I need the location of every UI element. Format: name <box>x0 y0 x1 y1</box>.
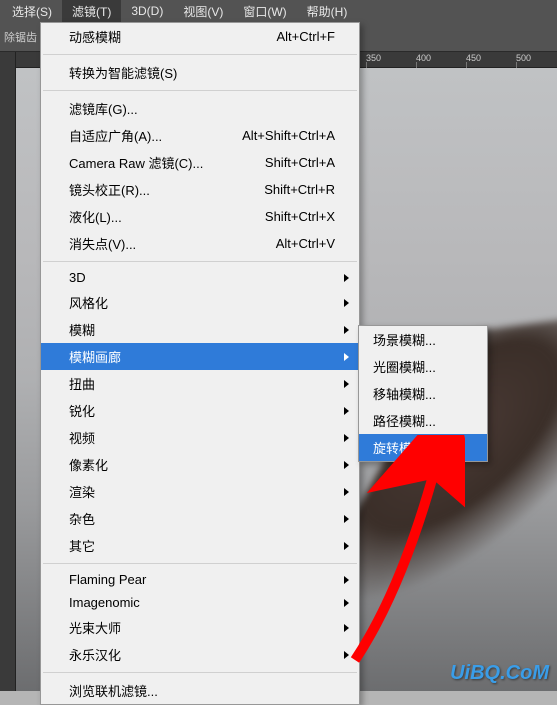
menu-item-label: 消失点(V)... <box>69 234 136 253</box>
submenu-item[interactable]: 移轴模糊... <box>359 380 487 407</box>
menu-item-label: 模糊 <box>69 320 95 339</box>
menu-item-label: Flaming Pear <box>69 572 146 587</box>
menu-item[interactable]: 渲染 <box>41 478 359 505</box>
menu-3d[interactable]: 3D(D) <box>121 1 173 21</box>
chevron-right-icon <box>344 599 349 607</box>
menu-separator <box>43 90 357 91</box>
menu-item-label: 像素化 <box>69 455 108 474</box>
submenu-item[interactable]: 旋转模糊... <box>359 434 487 461</box>
menu-window[interactable]: 窗口(W) <box>233 0 296 23</box>
menu-item[interactable]: Imagenomic <box>41 591 359 614</box>
menu-item[interactable]: 光束大师 <box>41 614 359 641</box>
menu-item-shortcut: Shift+Ctrl+A <box>265 155 335 170</box>
menu-item[interactable]: 其它 <box>41 532 359 559</box>
chevron-right-icon <box>344 434 349 442</box>
toolbar-label: 除锯齿 <box>4 29 37 45</box>
menu-item-label: Camera Raw 滤镜(C)... <box>69 153 203 172</box>
menu-item[interactable]: 视频 <box>41 424 359 451</box>
menu-item[interactable]: Camera Raw 滤镜(C)... Shift+Ctrl+A <box>41 149 359 176</box>
menu-view[interactable]: 视图(V) <box>173 0 233 23</box>
menu-item[interactable]: 镜头校正(R)... Shift+Ctrl+R <box>41 176 359 203</box>
chevron-right-icon <box>344 624 349 632</box>
filter-menu-dropdown: 动感模糊 Alt+Ctrl+F 转换为智能滤镜(S) 滤镜库(G)... 自适应广角(A… <box>40 22 360 705</box>
chevron-right-icon <box>344 461 349 469</box>
blur-gallery-submenu: 场景模糊...光圈模糊...移轴模糊...路径模糊...旋转模糊... <box>358 325 488 462</box>
menu-item[interactable]: 扭曲 <box>41 370 359 397</box>
menu-item-label: 锐化 <box>69 401 95 420</box>
chevron-right-icon <box>344 488 349 496</box>
menu-item-label: 镜头校正(R)... <box>69 180 150 199</box>
chevron-right-icon <box>344 515 349 523</box>
menu-filter[interactable]: 滤镜(T) <box>62 0 121 23</box>
ruler-tick: 500 <box>516 53 531 63</box>
menu-help[interactable]: 帮助(H) <box>297 0 358 23</box>
menu-item-label: 视频 <box>69 428 95 447</box>
menu-separator <box>43 672 357 673</box>
chevron-right-icon <box>344 576 349 584</box>
menu-item[interactable]: 锐化 <box>41 397 359 424</box>
menu-item-label: 扭曲 <box>69 374 95 393</box>
menu-item-shortcut: Shift+Ctrl+R <box>264 182 335 197</box>
chevron-right-icon <box>344 542 349 550</box>
menu-item[interactable]: 自适应广角(A)... Alt+Shift+Ctrl+A <box>41 122 359 149</box>
menu-item[interactable]: 杂色 <box>41 505 359 532</box>
ruler-tick: 400 <box>416 53 431 63</box>
menu-item-label: Imagenomic <box>69 595 140 610</box>
menu-item-shortcut: Alt+Ctrl+F <box>276 29 335 44</box>
ruler-tick: 350 <box>366 53 381 63</box>
menu-item-label: 风格化 <box>69 293 108 312</box>
menu-item[interactable]: 液化(L)... Shift+Ctrl+X <box>41 203 359 230</box>
menu-item[interactable]: 模糊 <box>41 316 359 343</box>
submenu-item[interactable]: 光圈模糊... <box>359 353 487 380</box>
menubar: 选择(S) 滤镜(T) 3D(D) 视图(V) 窗口(W) 帮助(H) <box>0 0 557 22</box>
menu-select[interactable]: 选择(S) <box>2 0 62 23</box>
menu-item[interactable]: 永乐汉化 <box>41 641 359 668</box>
menu-item[interactable]: 滤镜库(G)... <box>41 95 359 122</box>
menu-item-label: 杂色 <box>69 509 95 528</box>
menu-item[interactable]: Flaming Pear <box>41 568 359 591</box>
menu-item-label: 渲染 <box>69 482 95 501</box>
menu-item-shortcut: Shift+Ctrl+X <box>265 209 335 224</box>
submenu-item[interactable]: 路径模糊... <box>359 407 487 434</box>
menu-item[interactable]: 动感模糊 Alt+Ctrl+F <box>41 23 359 50</box>
menu-item[interactable]: 3D <box>41 266 359 289</box>
chevron-right-icon <box>344 299 349 307</box>
chevron-right-icon <box>344 651 349 659</box>
menu-item[interactable]: 风格化 <box>41 289 359 316</box>
menu-item-label: 永乐汉化 <box>69 645 121 664</box>
menu-item[interactable]: 转换为智能滤镜(S) <box>41 59 359 86</box>
menu-item-label: 光束大师 <box>69 618 121 637</box>
ruler-tick: 450 <box>466 53 481 63</box>
chevron-right-icon <box>344 353 349 361</box>
menu-item-label: 滤镜库(G)... <box>69 99 138 118</box>
chevron-right-icon <box>344 326 349 334</box>
menu-item[interactable]: 消失点(V)... Alt+Ctrl+V <box>41 230 359 257</box>
menu-separator <box>43 54 357 55</box>
menu-item-label: 其它 <box>69 536 95 555</box>
menu-item[interactable]: 模糊画廊 <box>41 343 359 370</box>
menu-item-label: 3D <box>69 270 86 285</box>
menu-item-shortcut: Alt+Shift+Ctrl+A <box>242 128 335 143</box>
menu-item-label: 转换为智能滤镜(S) <box>69 63 177 82</box>
chevron-right-icon <box>344 274 349 282</box>
menu-item-label: 自适应广角(A)... <box>69 126 162 145</box>
menu-item[interactable]: 像素化 <box>41 451 359 478</box>
menu-item-label: 液化(L)... <box>69 207 122 226</box>
chevron-right-icon <box>344 380 349 388</box>
menu-separator <box>43 563 357 564</box>
watermark: UiBQ.CoM <box>450 662 549 685</box>
menu-item-label: 模糊画廊 <box>69 347 121 366</box>
menu-separator <box>43 261 357 262</box>
submenu-item[interactable]: 场景模糊... <box>359 326 487 353</box>
menu-item-label: 动感模糊 <box>69 27 121 46</box>
ruler-vertical <box>0 52 16 691</box>
chevron-right-icon <box>344 407 349 415</box>
menu-item-shortcut: Alt+Ctrl+V <box>276 236 335 251</box>
